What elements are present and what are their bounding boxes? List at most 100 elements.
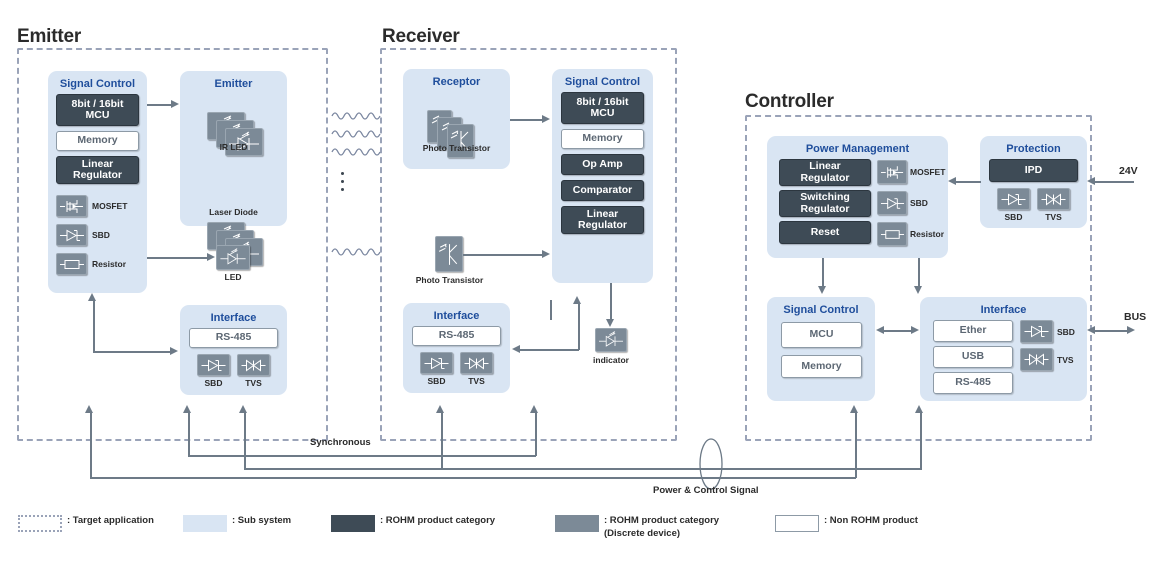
discrete-row-sbd[interactable]: SBD [877, 191, 928, 215]
legend-swatch-sub-system [183, 515, 227, 532]
legend-label-target: : Target application [67, 515, 154, 526]
arrow-iface-to-sc-up [88, 293, 96, 301]
wire-sc-to-iface-h [519, 349, 579, 351]
discrete-label-sbd: SBD [1004, 212, 1023, 222]
chip-memory[interactable]: Memory [781, 355, 862, 378]
discrete-row-mosfet[interactable]: MOSFET [877, 160, 945, 184]
block-diagram-canvas: Emitter Receiver Controller Signal Contr… [0, 0, 1170, 568]
device-label-indicator: indicator [593, 355, 629, 365]
chip-usb[interactable]: USB [933, 346, 1013, 368]
arrow-bus-right [1127, 326, 1135, 334]
legend: : Target application : Sub system : ROHM… [18, 515, 1018, 541]
emitter-interface-title: Interface [210, 312, 257, 324]
chip-linear-regulator[interactable]: Linear Regulator [56, 156, 139, 184]
wire-power-lower-riser-receiver [441, 412, 443, 469]
chip-memory[interactable]: Memory [561, 129, 644, 149]
chip-mcu[interactable]: MCU [781, 322, 862, 348]
emitter-signal-control-title: Signal Control [59, 78, 136, 90]
sbd-icon[interactable] [420, 352, 453, 374]
tvs-icon[interactable] [237, 354, 270, 376]
receiver-receptor-title: Receptor [432, 76, 481, 88]
chip-ether[interactable]: Ether [933, 320, 1013, 342]
wire-receiver-iface-up [550, 300, 552, 320]
chip-comparator[interactable]: Comparator [561, 180, 644, 201]
discrete-label-sbd: SBD [910, 198, 928, 208]
chip-mcu[interactable]: 8bit / 16bit MCU [56, 94, 139, 126]
tvs-icon[interactable] [1037, 188, 1070, 210]
wire-power-upper [90, 477, 856, 479]
discrete-row-mosfet[interactable]: MOSFET [56, 195, 127, 217]
arrow-sc-to-emitter [171, 100, 179, 108]
chip-switching-regulator[interactable]: Switching Regulator [779, 190, 871, 217]
discrete-row-sbd[interactable]: SBD [56, 224, 110, 246]
discrete-row-tvs[interactable]: TVS [1020, 348, 1074, 371]
discrete-label-resistor: Resistor [92, 259, 127, 269]
arrow-pm-to-sc [818, 286, 826, 294]
device-label-laser-diode: Laser Diode [209, 207, 258, 217]
legend-swatch-non-rohm [775, 515, 819, 532]
photo-transistor-icon[interactable] [435, 236, 463, 272]
mosfet-icon [877, 160, 907, 184]
chip-rs485[interactable]: RS-485 [933, 372, 1013, 394]
chip-ipd[interactable]: IPD [989, 159, 1078, 182]
led-icon[interactable] [595, 328, 627, 352]
arrow-sc-to-iface [512, 345, 520, 353]
legend-item-rohm: : ROHM product category [331, 515, 555, 532]
arrow-pt-to-sc [542, 250, 550, 258]
led-icon[interactable] [216, 245, 250, 270]
sbd-icon [877, 191, 907, 215]
wire-receptor-to-sc [510, 119, 544, 121]
arrow-sync-emitter [183, 405, 191, 413]
receiver-interface-panel: Interface RS-485 SBD TVS [403, 303, 510, 393]
legend-item-non-rohm: : Non ROHM product [775, 515, 955, 532]
chip-op-amp[interactable]: Op Amp [561, 154, 644, 175]
receiver-signal-control-panel: Signal Control 8bit / 16bit MCU Memory O… [552, 69, 653, 283]
wire-pm-to-sc [822, 258, 824, 288]
controller-power-management-panel: Power Management Linear Regulator Switch… [767, 136, 948, 258]
device-label-ir-led: IR LED [219, 142, 248, 152]
chip-reset[interactable]: Reset [779, 221, 871, 244]
chip-memory[interactable]: Memory [56, 131, 139, 151]
receiver-receptor-panel: Receptor Photo Transistor [403, 69, 510, 169]
controller-signal-control-panel: Signal Control MCU Memory [767, 297, 875, 401]
chip-rs485[interactable]: RS-485 [412, 326, 501, 346]
sbd-icon[interactable] [197, 354, 230, 376]
discrete-row-resistor[interactable]: Resistor [877, 222, 944, 246]
arrow-iface-up-to-sc [573, 296, 581, 304]
discrete-label-tvs: TVS [1045, 212, 1062, 222]
arrow-sc-to-led [207, 253, 215, 261]
chip-rs485[interactable]: RS-485 [189, 328, 278, 348]
io-label-bus: BUS [1124, 311, 1147, 323]
wire-pm-to-iface [918, 258, 920, 288]
legend-swatch-discrete [555, 515, 599, 532]
arrow-power-to-emitter-iface [239, 405, 247, 413]
emitter-devices-panel: Emitter IR LED Laser Diode [180, 71, 287, 266]
legend-label-non-rohm: : Non ROHM product [824, 515, 918, 526]
wire-24v-to-protection [1094, 181, 1134, 183]
legend-label-sub-system: : Sub system [232, 515, 292, 526]
legend-item-target-application: : Target application [18, 515, 183, 532]
wire-pt-to-sc [463, 254, 544, 256]
section-title-controller: Controller [745, 91, 834, 112]
arrow-power-to-controller-iface [915, 405, 923, 413]
discrete-label-tvs: TVS [1057, 354, 1074, 365]
chip-mcu[interactable]: 8bit / 16bit MCU [561, 92, 644, 124]
chip-linear-regulator[interactable]: Linear Regulator [779, 159, 871, 186]
receiver-interface-title: Interface [433, 310, 480, 322]
arrow-iface-to-sc-right [170, 347, 178, 355]
optical-link-wave-lower [330, 243, 386, 264]
wire-power-upper-riser-emitter [90, 412, 92, 478]
legend-item-discrete: : ROHM product category (Discrete device… [555, 515, 775, 541]
wire-sync-left-riser [188, 412, 190, 456]
chip-linear-regulator[interactable]: Linear Regulator [561, 206, 644, 234]
discrete-label-sbd: SBD [427, 376, 446, 386]
discrete-row-sbd[interactable]: SBD [1020, 320, 1075, 343]
arrow-24v-to-protection [1087, 177, 1095, 185]
tvs-icon[interactable] [460, 352, 493, 374]
arrow-sc-iface-right [911, 326, 919, 334]
wire-label-power-control: Power & Control Signal [653, 485, 759, 496]
discrete-label-mosfet: MOSFET [92, 201, 128, 211]
legend-swatch-rohm [331, 515, 375, 532]
sbd-icon[interactable] [997, 188, 1030, 210]
discrete-row-resistor[interactable]: Resistor [56, 253, 126, 275]
